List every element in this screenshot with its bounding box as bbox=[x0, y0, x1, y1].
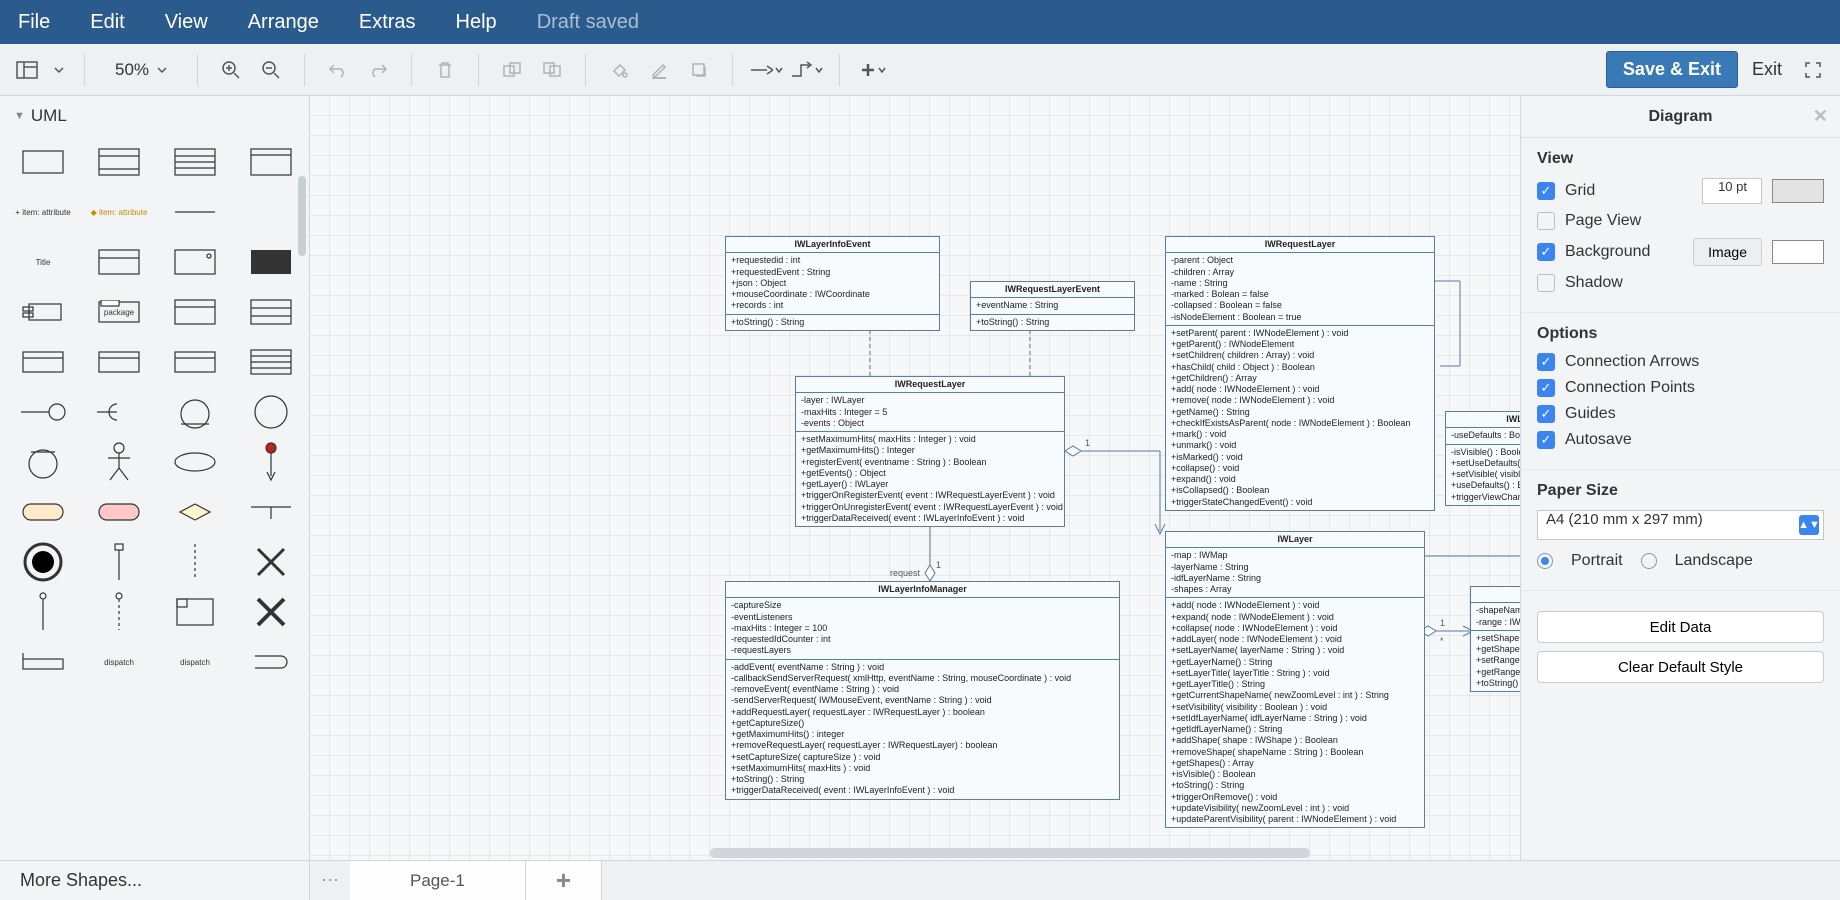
landscape-radio[interactable] bbox=[1641, 553, 1657, 569]
conn-points-label: Connection Points bbox=[1565, 379, 1695, 397]
canvas[interactable]: request1 1 1* IWLayerInfoEve bbox=[310, 96, 1520, 860]
close-panel-button[interactable]: ✕ bbox=[1813, 106, 1828, 127]
waypoint-style-button[interactable] bbox=[789, 53, 823, 87]
uml-class-IWLayerInfoEvent[interactable]: IWLayerInfoEvent +requestedid : int +req… bbox=[725, 236, 940, 331]
save-and-exit-button[interactable]: Save & Exit bbox=[1606, 51, 1738, 88]
to-front-button[interactable] bbox=[495, 53, 529, 87]
shadow-checkbox[interactable] bbox=[1537, 274, 1555, 292]
conn-points-checkbox[interactable]: ✓ bbox=[1537, 379, 1555, 397]
tab-bar: More Shapes... ⋯ Page-1 + bbox=[0, 860, 1840, 900]
menu-file[interactable]: File bbox=[18, 11, 50, 34]
edit-data-button[interactable]: Edit Data bbox=[1537, 611, 1824, 643]
guides-checkbox[interactable]: ✓ bbox=[1537, 405, 1555, 423]
chevron-down-icon bbox=[157, 66, 167, 74]
conn-arrows-label: Connection Arrows bbox=[1565, 353, 1699, 371]
undo-button[interactable] bbox=[321, 53, 355, 87]
fullscreen-button[interactable] bbox=[1796, 53, 1830, 87]
shape-sidebar: ▼ UML + item: attribute ◆ item: attribut… bbox=[0, 96, 310, 860]
menu-extras[interactable]: Extras bbox=[359, 11, 416, 34]
paper-size-value: A4 (210 mm x 297 mm) bbox=[1546, 511, 1703, 528]
collapse-icon: ▼ bbox=[14, 110, 25, 122]
guides-label: Guides bbox=[1565, 405, 1616, 423]
menu-edit[interactable]: Edit bbox=[90, 11, 124, 34]
autosave-checkbox[interactable]: ✓ bbox=[1537, 431, 1555, 449]
uml-class-IWRequestLayer[interactable]: IWRequestLayer -layer : IWLayer -maxHits… bbox=[795, 376, 1065, 527]
redo-button[interactable] bbox=[361, 53, 395, 87]
to-back-button[interactable] bbox=[535, 53, 569, 87]
uml-class-IWRequestLayerEvent[interactable]: IWRequestLayerEvent +eventName : String … bbox=[970, 281, 1135, 331]
paper-size-select[interactable]: A4 (210 mm x 297 mm) ▲▼ bbox=[1537, 510, 1824, 540]
line-color-button[interactable] bbox=[642, 53, 676, 87]
page-tab-1[interactable]: Page-1 bbox=[350, 861, 526, 900]
autosave-label: Autosave bbox=[1565, 431, 1632, 449]
shape-palette[interactable]: + item: attribute ◆ item: attribute Titl… bbox=[0, 136, 309, 860]
uml-class-IWLayer[interactable]: IWLayer -map : IWMap -layerName : String… bbox=[1165, 531, 1425, 828]
sidebar-chevron-icon[interactable] bbox=[50, 53, 68, 87]
more-shapes-button[interactable]: More Shapes... bbox=[0, 861, 310, 900]
panel-title: Diagram bbox=[1648, 108, 1712, 126]
clear-default-style-button[interactable]: Clear Default Style bbox=[1537, 651, 1824, 683]
menu-bar: File Edit View Arrange Extras Help Draft… bbox=[0, 0, 1840, 44]
delete-button[interactable] bbox=[428, 53, 462, 87]
menu-view[interactable]: View bbox=[165, 11, 208, 34]
pageview-label: Page View bbox=[1565, 212, 1641, 230]
svg-text:1: 1 bbox=[1085, 438, 1090, 448]
zoom-display[interactable]: 50% bbox=[101, 60, 181, 80]
toolbar: 50% S bbox=[0, 44, 1840, 96]
grid-checkbox[interactable]: ✓ bbox=[1537, 182, 1555, 200]
insert-button[interactable] bbox=[856, 53, 890, 87]
svg-text:1: 1 bbox=[936, 560, 941, 570]
background-checkbox[interactable]: ✓ bbox=[1537, 243, 1555, 261]
svg-text:request: request bbox=[890, 568, 921, 578]
grid-label: Grid bbox=[1565, 182, 1692, 200]
grid-size-input[interactable]: 10 pt bbox=[1702, 178, 1762, 204]
conn-arrows-checkbox[interactable]: ✓ bbox=[1537, 353, 1555, 371]
select-arrow-icon: ▲▼ bbox=[1799, 515, 1819, 535]
toggle-sidebar-button[interactable] bbox=[10, 53, 44, 87]
sidebar-section-title: UML bbox=[31, 106, 67, 126]
fill-color-button[interactable] bbox=[602, 53, 636, 87]
portrait-label: Portrait bbox=[1571, 552, 1623, 570]
horizontal-scrollbar[interactable] bbox=[710, 848, 1310, 858]
zoom-value: 50% bbox=[115, 60, 149, 80]
menu-help[interactable]: Help bbox=[456, 11, 497, 34]
shadow-button[interactable] bbox=[682, 53, 716, 87]
pageview-checkbox[interactable] bbox=[1537, 212, 1555, 230]
uml-class-IWRequestLayer-node[interactable]: IWRequestLayer -parent : Object -childre… bbox=[1165, 236, 1435, 511]
section-options-title: Options bbox=[1537, 325, 1824, 343]
shadow-label: Shadow bbox=[1565, 274, 1623, 292]
tab-menu-button[interactable]: ⋯ bbox=[310, 861, 350, 900]
section-paper-title: Paper Size bbox=[1537, 482, 1824, 500]
connection-style-button[interactable] bbox=[749, 53, 783, 87]
draft-status: Draft saved bbox=[537, 11, 639, 34]
svg-text:1: 1 bbox=[1440, 618, 1445, 628]
zoom-in-button[interactable] bbox=[214, 53, 248, 87]
uml-class-IWLayerInterface[interactable]: IWLayerInterface -useDefaults : Boolean … bbox=[1445, 411, 1520, 506]
add-page-button[interactable]: + bbox=[526, 861, 602, 900]
uml-class-IWShape[interactable]: IWShape -shapeName : String -range : IWR… bbox=[1470, 586, 1520, 692]
background-label: Background bbox=[1565, 243, 1683, 261]
landscape-label: Landscape bbox=[1675, 552, 1753, 570]
uml-class-IWLayerInfoManager[interactable]: IWLayerInfoManager -captureSize -eventLi… bbox=[725, 581, 1120, 800]
menu-arrange[interactable]: Arrange bbox=[248, 11, 319, 34]
background-color-swatch[interactable] bbox=[1772, 240, 1824, 264]
sidebar-section-header[interactable]: ▼ UML bbox=[0, 96, 309, 136]
format-panel: Diagram ✕ View ✓ Grid 10 pt Page View ✓ … bbox=[1520, 96, 1840, 860]
background-image-button[interactable]: Image bbox=[1693, 238, 1762, 266]
exit-button[interactable]: Exit bbox=[1748, 53, 1786, 86]
grid-color-swatch[interactable] bbox=[1772, 179, 1824, 203]
section-view-title: View bbox=[1537, 150, 1824, 168]
portrait-radio[interactable] bbox=[1537, 553, 1553, 569]
svg-text:*: * bbox=[1440, 636, 1444, 646]
zoom-out-button[interactable] bbox=[254, 53, 288, 87]
